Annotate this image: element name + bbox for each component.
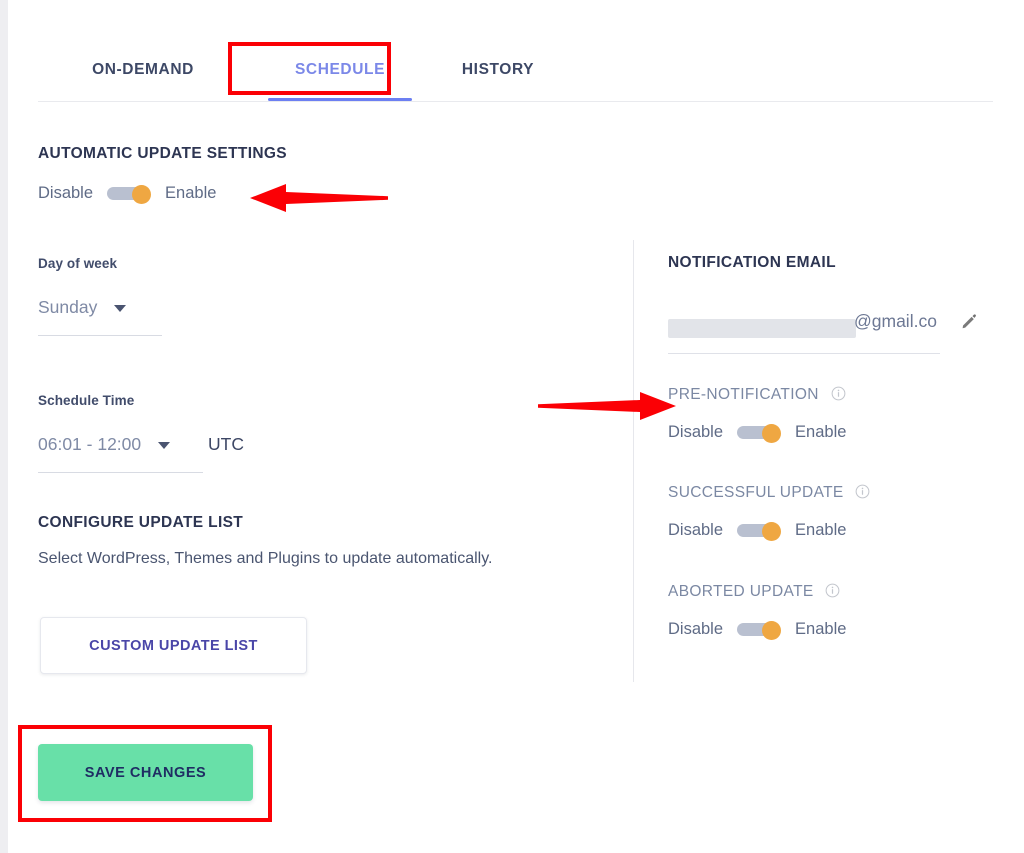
successful-update-enable-label[interactable]: Enable (795, 521, 846, 540)
tab-bar: ON-DEMAND SCHEDULE HISTORY (38, 44, 993, 102)
switch-knob (762, 522, 782, 541)
pre-notification-title: PRE-NOTIFICATION (668, 386, 846, 404)
schedule-time-label: Schedule Time (38, 393, 135, 408)
pre-notification-toggle-row: Disable Enable (668, 423, 846, 443)
automatic-update-settings-title: AUTOMATIC UPDATE SETTINGS (38, 145, 287, 162)
chevron-down-icon (157, 442, 170, 450)
info-icon[interactable] (831, 386, 846, 401)
aborted-update-disable-label[interactable]: Disable (668, 620, 723, 639)
notification-email-value: @gmail.co (854, 311, 937, 331)
switch-knob (132, 185, 152, 204)
pencil-icon[interactable] (960, 313, 980, 333)
schedule-card: ON-DEMAND SCHEDULE HISTORY AUTOMATIC UPD… (8, 0, 1024, 853)
schedule-time-timezone: UTC (208, 434, 244, 454)
configure-update-list-title: CONFIGURE UPDATE LIST (38, 514, 244, 531)
automatic-update-toggle-row: Disable Enable (38, 184, 216, 204)
notification-email-underline (668, 353, 940, 354)
pre-notification-enable-label[interactable]: Enable (795, 423, 846, 442)
page-gutter (0, 0, 8, 853)
email-redacted-bar (668, 319, 856, 338)
successful-update-switch[interactable] (737, 522, 782, 541)
schedule-time-underline (38, 472, 203, 473)
aborted-update-switch[interactable] (737, 621, 782, 640)
day-of-week-value: Sunday (38, 297, 98, 317)
tab-schedule[interactable]: SCHEDULE (260, 44, 420, 101)
day-of-week-select[interactable]: Sunday (38, 297, 162, 336)
notification-email-row: @gmail.co (668, 311, 988, 357)
tab-history[interactable]: HISTORY (438, 44, 558, 101)
custom-update-list-button[interactable]: CUSTOM UPDATE LIST (40, 617, 307, 674)
notification-email-title: NOTIFICATION EMAIL (668, 254, 836, 271)
info-icon[interactable] (855, 484, 870, 499)
successful-update-toggle-row: Disable Enable (668, 521, 846, 541)
automatic-update-switch[interactable] (107, 185, 152, 204)
info-icon[interactable] (825, 583, 840, 598)
automatic-update-enable-label[interactable]: Enable (165, 184, 216, 203)
automatic-update-disable-label[interactable]: Disable (38, 184, 93, 203)
chevron-down-icon (113, 305, 126, 313)
column-divider (633, 240, 634, 682)
switch-knob (762, 621, 782, 640)
aborted-update-toggle-row: Disable Enable (668, 620, 846, 640)
successful-update-title: SUCCESSFUL UPDATE (668, 484, 870, 502)
schedule-time-select[interactable]: 06:01 - 12:00 (38, 434, 203, 473)
successful-update-disable-label[interactable]: Disable (668, 521, 723, 540)
pre-notification-switch[interactable] (737, 424, 782, 443)
aborted-update-label: ABORTED UPDATE (668, 583, 814, 600)
day-of-week-underline (38, 335, 162, 336)
aborted-update-enable-label[interactable]: Enable (795, 620, 846, 639)
aborted-update-title: ABORTED UPDATE (668, 583, 840, 601)
schedule-time-value: 06:01 - 12:00 (38, 434, 142, 454)
save-changes-button[interactable]: SAVE CHANGES (38, 744, 253, 801)
switch-knob (762, 424, 782, 443)
day-of-week-label: Day of week (38, 256, 118, 271)
tab-on-demand[interactable]: ON-DEMAND (68, 44, 218, 101)
configure-update-list-description: Select WordPress, Themes and Plugins to … (38, 550, 493, 567)
pre-notification-label: PRE-NOTIFICATION (668, 386, 819, 403)
successful-update-label: SUCCESSFUL UPDATE (668, 484, 844, 501)
pre-notification-disable-label[interactable]: Disable (668, 423, 723, 442)
